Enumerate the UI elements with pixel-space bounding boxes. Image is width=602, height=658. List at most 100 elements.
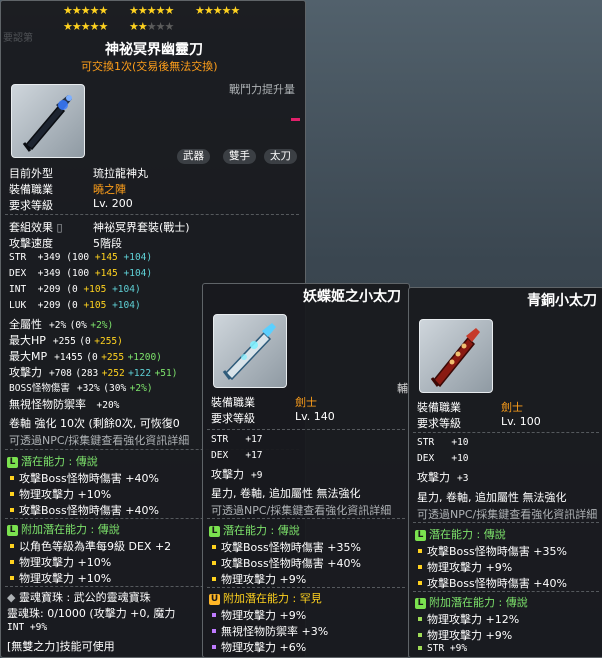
- add-potential-line: STR +9%: [415, 643, 467, 654]
- starforce-group-4: ★★★★★: [63, 20, 108, 33]
- prop-job: 裝備職業: [417, 401, 461, 414]
- bronze-blade-icon: [430, 328, 480, 388]
- potential-line: 攻擊Boss怪物時傷害 +35%: [209, 539, 361, 555]
- soul-header: ◆ 靈魂寶珠 : 武公的靈魂寶珠: [7, 591, 151, 604]
- rare-badge-icon: U: [209, 593, 220, 605]
- legendary-badge-icon: L: [7, 524, 18, 536]
- potential-line: 攻擊Boss怪物時傷害 +40%: [415, 575, 567, 591]
- item-tooltip-compare-1: 妖蝶姬之小太刀 輔 裝備職業 劍士 要求等級 Lv. 140 STR +17 D…: [202, 283, 410, 658]
- divider: [207, 429, 405, 430]
- bullet-icon: [212, 613, 216, 617]
- lock-icon: ▯: [56, 221, 63, 234]
- divider: [413, 432, 599, 433]
- npc-hint: 可透過NPC/採集鍵查看強化資訊詳細: [9, 434, 190, 447]
- add-potential-line: 物理攻擊力 +10%: [7, 554, 111, 570]
- tag-weapon: 武器: [177, 149, 210, 164]
- item-icon-frame[interactable]: [213, 314, 287, 388]
- bullet-icon: [212, 561, 216, 565]
- starforce-group-5: ★★★★★: [129, 20, 174, 33]
- bullet-icon: [212, 629, 216, 633]
- stat-allstat: 全屬性 +2% (0% +2%): [9, 318, 114, 331]
- bullet-icon: [10, 560, 14, 564]
- add-potential-header: L 附加潛在能力 : 傳說: [7, 521, 120, 537]
- divider: [207, 587, 405, 588]
- bullet-icon: [212, 577, 216, 581]
- npc-hint: 可透過NPC/採集鍵查看強化資訊詳細: [211, 504, 392, 517]
- prop-speed-value: 5階段: [93, 237, 122, 250]
- bullet-icon: [418, 581, 422, 585]
- potential-line: 物理攻擊力 +9%: [415, 559, 512, 575]
- bullet-icon: [10, 576, 14, 580]
- item-icon-frame[interactable]: [419, 319, 493, 393]
- bullet-icon: [418, 645, 422, 650]
- scroll-line: 卷軸 強化 10次 (剩餘0次, 可恢復0: [9, 417, 180, 430]
- potential-header: L 潛在能力 : 傳說: [209, 522, 300, 538]
- skill-line: [無雙之力]技能可使用: [7, 640, 115, 653]
- legendary-badge-icon: L: [209, 525, 220, 537]
- stat-int: INT +209 (0 +105 +104): [9, 284, 141, 295]
- bg-text: 要認第: [3, 33, 33, 44]
- bullet-icon: [212, 545, 216, 549]
- prop-level: 要求等級: [9, 199, 53, 212]
- prop-set-value: 神祕冥界套裝(戰士): [93, 221, 190, 234]
- add-potential-line: 無視怪物防禦率 +3%: [209, 623, 328, 639]
- potential-header: L 潛在能力 : 傳說: [7, 453, 98, 469]
- stat-attack: 攻擊力 +3: [417, 471, 469, 484]
- bullet-icon: [418, 633, 422, 637]
- add-potential-header: L 附加潛在能力 : 傳說: [415, 594, 528, 610]
- stat-dex: DEX +10: [417, 453, 469, 464]
- stat-maxhp: 最大HP +255 (0 +255): [9, 334, 123, 347]
- potential-line: 物理攻擊力 +9%: [209, 571, 306, 587]
- prop-job-value: 劍士: [501, 401, 523, 414]
- bullet-icon: [10, 476, 14, 480]
- divider: [5, 214, 299, 215]
- trade-note: 可交換1次(交易後無法交換): [81, 60, 218, 73]
- starforce-group-3: ★★★★★: [195, 4, 240, 17]
- prop-set: 套組效果 ▯: [9, 221, 63, 234]
- bullet-icon: [10, 544, 14, 548]
- potential-line: 物理攻擊力 +10%: [7, 486, 111, 502]
- potential-line: 攻擊Boss怪物時傷害 +40%: [7, 470, 159, 486]
- stat-luk: LUK +209 (0 +105 +104): [9, 300, 141, 311]
- prop-appearance: 目前外型: [9, 167, 53, 180]
- bullet-icon: [418, 617, 422, 621]
- prop-level-value: Lv. 200: [93, 197, 133, 210]
- prop-level-value: Lv. 140: [295, 410, 335, 423]
- divider: [413, 522, 599, 523]
- edge-label: 輔: [397, 382, 408, 395]
- divider: [207, 518, 405, 519]
- soul-int: INT +9%: [7, 622, 48, 633]
- add-potential-line: 物理攻擊力 +6%: [209, 639, 306, 655]
- bullet-icon: [418, 549, 422, 553]
- prop-job-value: 劍士: [295, 396, 317, 409]
- stat-dex: DEX +349 (100 +145 +104): [9, 268, 153, 279]
- flags-line: 星力, 卷軸, 追加屬性 無法強化: [211, 487, 361, 500]
- npc-hint: 可透過NPC/採集鍵查看強化資訊詳細: [417, 508, 598, 521]
- add-potential-line: 以角色等級為準每9級 DEX +2: [7, 538, 171, 554]
- add-potential-header: U 附加潛在能力 : 罕見: [209, 592, 322, 605]
- item-name: 神祕冥界幽靈刀: [105, 42, 203, 58]
- stat-boss-damage: BOSS怪物傷害 +32% (30% +2%): [9, 383, 153, 394]
- item-icon-frame[interactable]: [11, 84, 85, 158]
- dark-blade-icon: [22, 95, 72, 152]
- tag-katana: 太刀: [264, 149, 297, 164]
- stat-attack: 攻擊力 +9: [211, 468, 263, 481]
- flags-line: 星力, 卷軸, 追加屬性 無法強化: [417, 491, 567, 504]
- item-name: 青銅小太刀: [527, 293, 597, 309]
- legendary-badge-icon: L: [7, 456, 18, 468]
- prop-speed: 攻擊速度: [9, 237, 53, 250]
- stat-str: STR +10: [417, 437, 469, 448]
- prop-job: 裝備職業: [9, 183, 53, 196]
- item-name: 妖蝶姬之小太刀: [303, 289, 401, 305]
- prop-level: 要求等級: [417, 417, 461, 430]
- potential-header: L 潛在能力 : 傳說: [415, 526, 506, 542]
- potential-line: 攻擊Boss怪物時傷害 +40%: [7, 502, 159, 518]
- bullet-icon: [10, 508, 14, 512]
- add-potential-line: 物理攻擊力 +9%: [209, 607, 306, 623]
- stat-maxmp: 最大MP +1455 (0 +255 +1200): [9, 350, 162, 363]
- stat-attack: 攻擊力 +708 (283 +252 +122 +51): [9, 366, 178, 379]
- compare-marker: [291, 118, 300, 121]
- item-tooltip-compare-2: 青銅小太刀 裝備職業 劍士 要求等級 Lv. 100 STR +10 DEX +…: [408, 287, 602, 658]
- stat-ignore-def: 無視怪物防禦率 +20%: [9, 398, 120, 411]
- prop-level: 要求等級: [211, 412, 255, 425]
